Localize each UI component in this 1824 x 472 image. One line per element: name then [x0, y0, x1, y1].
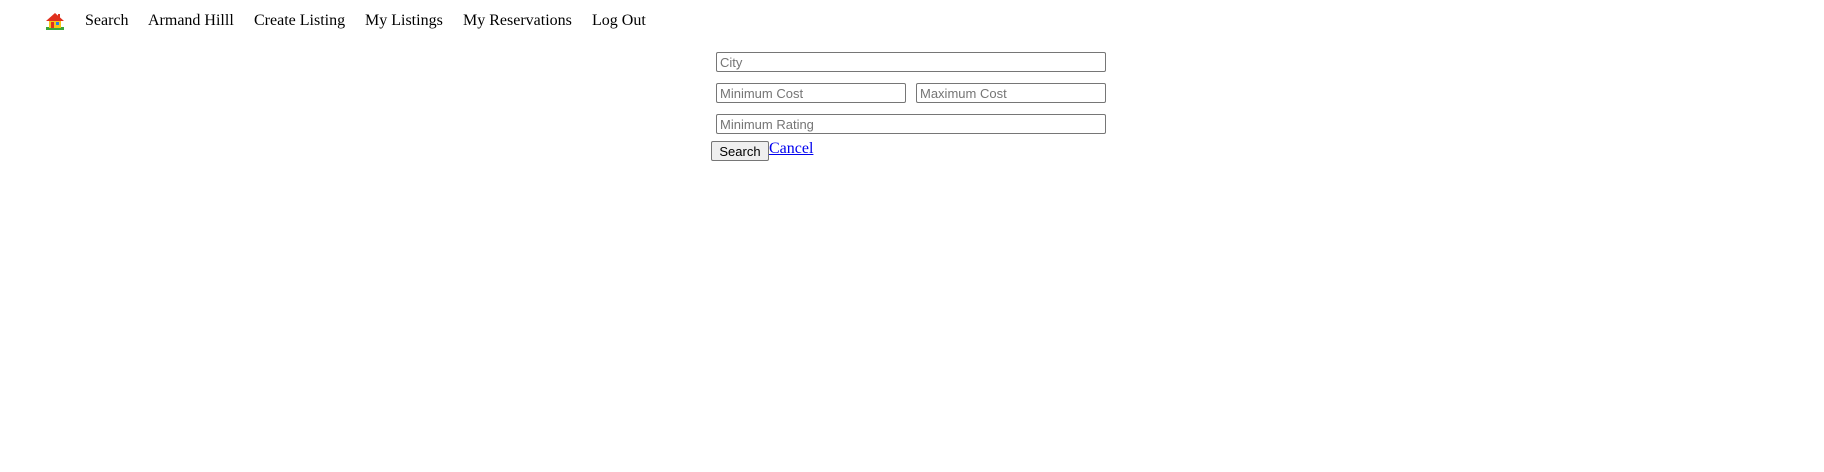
nav-create-listing-link[interactable]: Create Listing — [254, 11, 345, 31]
nav-search-link[interactable]: Search — [85, 11, 129, 31]
minimum-cost-input[interactable] — [716, 83, 906, 103]
nav-user-link[interactable]: Armand Hilll — [148, 11, 234, 31]
nav-my-reservations-link[interactable]: My Reservations — [463, 11, 572, 31]
home-link[interactable] — [45, 12, 65, 30]
maximum-cost-input[interactable] — [916, 83, 1106, 103]
nav-log-out-link[interactable]: Log Out — [592, 11, 646, 31]
cancel-link[interactable]: Cancel — [769, 139, 813, 159]
top-nav: Search Armand Hilll Create Listing My Li… — [0, 0, 1824, 42]
search-button[interactable]: Search — [711, 141, 769, 161]
city-input[interactable] — [716, 52, 1106, 72]
nav-my-listings-link[interactable]: My Listings — [365, 11, 443, 31]
minimum-rating-input[interactable] — [716, 114, 1106, 134]
house-icon — [46, 13, 64, 30]
